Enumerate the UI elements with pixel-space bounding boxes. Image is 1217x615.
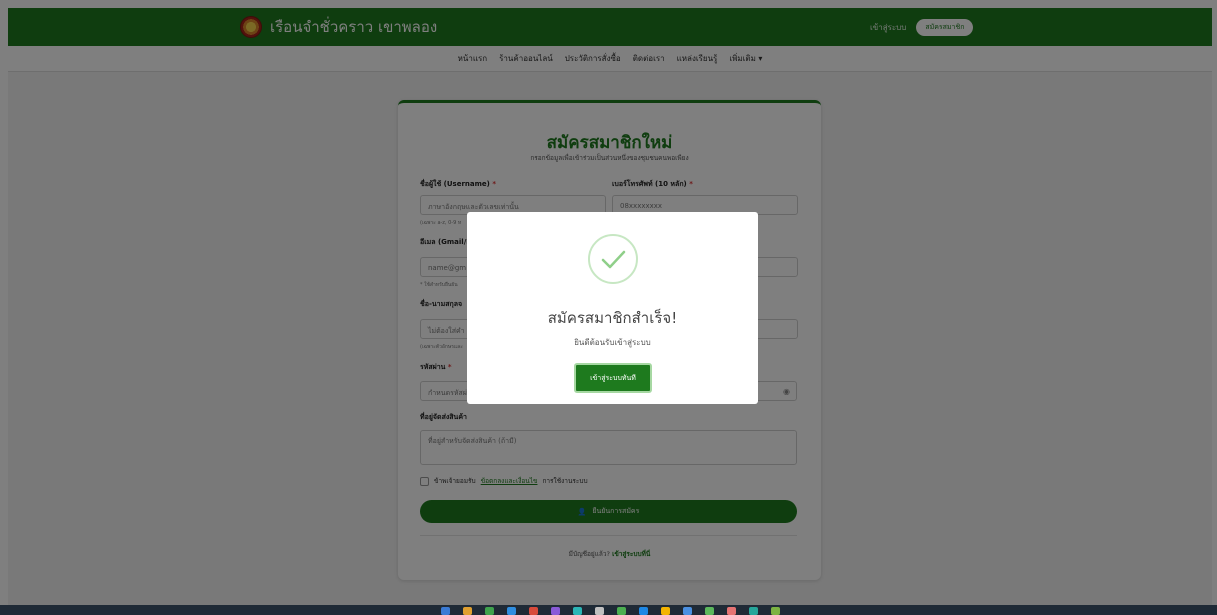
success-check-icon	[588, 234, 638, 284]
taskbar-app-icon[interactable]	[661, 607, 670, 615]
taskbar	[0, 605, 1217, 615]
taskbar-app-icon[interactable]	[705, 607, 714, 615]
taskbar-app-icon[interactable]	[529, 607, 538, 615]
success-modal: สมัครสมาชิกสำเร็จ! ยินดีต้อนรับเข้าสู่ระ…	[467, 212, 758, 404]
taskbar-app-icon[interactable]	[441, 607, 450, 615]
modal-message: ยินดีต้อนรับเข้าสู่ระบบ	[574, 338, 651, 347]
modal-title: สมัครสมาชิกสำเร็จ!	[547, 309, 678, 327]
taskbar-app-icon[interactable]	[617, 607, 626, 615]
taskbar-app-icon[interactable]	[551, 607, 560, 615]
taskbar-app-icon[interactable]	[683, 607, 692, 615]
taskbar-app-icon[interactable]	[639, 607, 648, 615]
taskbar-app-icon[interactable]	[749, 607, 758, 615]
taskbar-app-icon[interactable]	[507, 607, 516, 615]
taskbar-app-icon[interactable]	[573, 607, 582, 615]
taskbar-app-icon[interactable]	[485, 607, 494, 615]
taskbar-app-icon[interactable]	[463, 607, 472, 615]
taskbar-app-icon[interactable]	[771, 607, 780, 615]
taskbar-app-icon[interactable]	[727, 607, 736, 615]
taskbar-app-icon[interactable]	[595, 607, 604, 615]
login-now-button[interactable]: เข้าสู่ระบบทันที	[574, 363, 652, 393]
